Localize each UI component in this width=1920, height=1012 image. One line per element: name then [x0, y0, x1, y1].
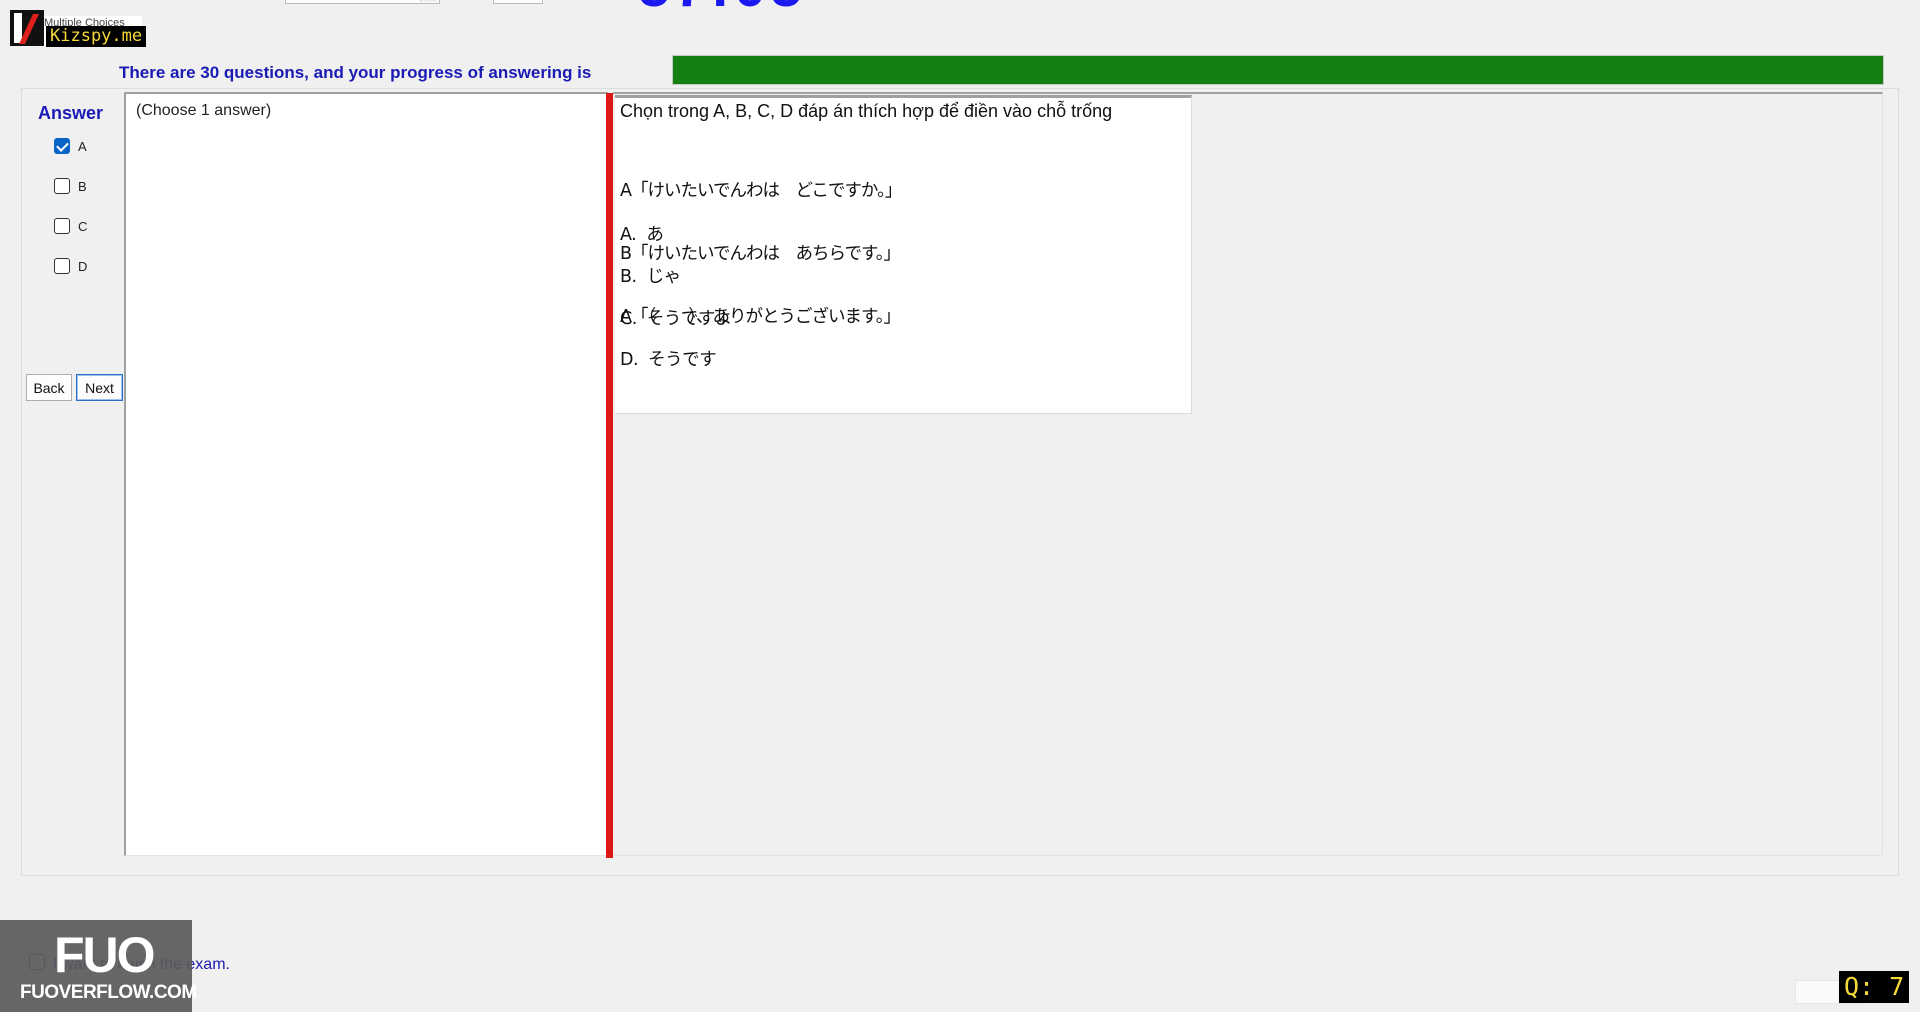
back-button[interactable]: Back: [26, 374, 72, 401]
answer-title: Answer: [38, 103, 104, 123]
kizspy-logo-icon: [10, 10, 44, 46]
answer-c-checkbox[interactable]: [54, 218, 70, 234]
fuo-logo-text: FUO: [54, 927, 156, 983]
panel-splitter[interactable]: [606, 93, 613, 858]
answer-d-checkbox[interactable]: [54, 258, 70, 274]
next-button[interactable]: Next: [76, 374, 123, 401]
answer-a-checkbox[interactable]: [54, 138, 70, 154]
progress-label: There are 30 questions, and your progres…: [119, 63, 592, 82]
answer-option-label: B: [78, 178, 87, 194]
answer-option-label: A: [78, 138, 87, 154]
question-dialogue: A「けいたいでんわは どこですか。」 B「けいたいでんわは あちらです。」 A「…: [620, 139, 902, 370]
question-instruction: Chọn trong A, B, C, D đáp án thích hợp đ…: [620, 101, 1113, 121]
dialogue-line: A「けいたいでんわは どこですか。」: [620, 181, 902, 201]
answer-option-c[interactable]: C: [54, 218, 87, 234]
font-size-selector[interactable]: [493, 0, 543, 4]
answer-b-checkbox[interactable]: [54, 178, 70, 194]
answer-option-d[interactable]: D: [54, 258, 87, 274]
question-option-a: A. あ: [620, 225, 664, 245]
answer-option-b[interactable]: B: [54, 178, 87, 194]
answer-hint-panel: (Choose 1 answer): [124, 92, 608, 856]
countdown-timer: 57:05: [638, 0, 806, 16]
question-option-c: C. そうですよ: [620, 309, 732, 329]
question-option-b: B. じゃ: [620, 267, 681, 287]
answer-option-label: C: [78, 218, 88, 234]
question-number-badge: Q: 7: [1839, 971, 1910, 1003]
dialogue-line: B「けいたいでんわは あちらです。」: [620, 244, 901, 264]
answer-option-label: D: [78, 258, 88, 274]
fuoverflow-url: FUOVERFLOW.COM: [20, 982, 197, 1003]
answer-option-a[interactable]: A: [54, 138, 87, 154]
progress-bar-fill: [673, 56, 1883, 84]
kizspy-watermark-text: Kizspy.me: [46, 26, 147, 47]
exam-code-combobox[interactable]: [285, 0, 440, 4]
question-content: Chọn trong A, B, C, D đáp án thích hợp đ…: [615, 95, 1192, 414]
choose-answer-hint: (Choose 1 answer): [136, 102, 272, 119]
progress-bar: [672, 55, 1884, 85]
question-option-d: D. そうです: [620, 350, 717, 370]
